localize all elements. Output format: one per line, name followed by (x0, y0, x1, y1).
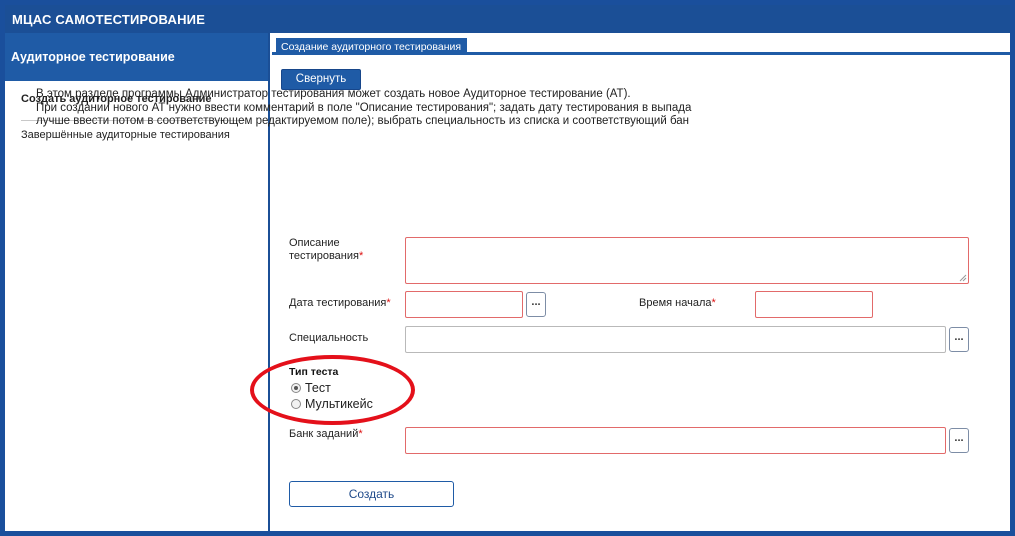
description-textarea[interactable] (405, 237, 969, 284)
collapse-button[interactable]: Свернуть (281, 69, 361, 90)
date-label-text: Дата тестирования (289, 297, 387, 309)
required-mark: * (358, 250, 364, 262)
required-mark: * (711, 297, 716, 309)
task-bank-input[interactable] (405, 427, 946, 454)
date-label: Дата тестирования* (289, 297, 391, 310)
tab-strip: Создание аудиторного тестирования (272, 33, 1010, 55)
app-title-bar: МЦАС САМОТЕСТИРОВАНИЕ (5, 5, 1010, 33)
specialty-input[interactable] (405, 326, 946, 353)
bank-label: Банк заданий* (289, 428, 363, 441)
description-label-line2: тестирования (289, 250, 359, 262)
intro-line-2: При создании нового АТ нужно ввести комм… (36, 101, 692, 114)
annotation-ellipse (250, 355, 415, 425)
create-button[interactable]: Создать (289, 481, 454, 507)
intro-line-3: лучше ввести потом в соответствующем ред… (36, 115, 690, 127)
sidebar-item-completed-tests[interactable]: Завершённые аудиторные тестирования (21, 129, 230, 141)
specialty-picker-button[interactable]: ... (949, 327, 969, 352)
description-label: Описание тестирования* (289, 237, 363, 263)
tab-create-test[interactable]: Создание аудиторного тестирования (276, 38, 468, 55)
bank-label-text: Банк заданий (289, 428, 359, 440)
sidebar-header[interactable]: Аудиторное тестирование (5, 33, 268, 81)
start-time-label-text: Время начала (639, 297, 712, 309)
app-title: МЦАС САМОТЕСТИРОВАНИЕ (12, 12, 206, 27)
description-label-line1: Описание (289, 237, 340, 249)
specialty-label-text: Специальность (289, 332, 369, 344)
start-time-label: Время начала* (639, 297, 716, 310)
required-mark: * (386, 297, 391, 309)
task-bank-picker-button[interactable]: ... (949, 428, 969, 453)
date-picker-button[interactable]: ... (526, 292, 546, 317)
intro-line-1: В этом разделе программы Администратор т… (36, 88, 631, 100)
date-input[interactable] (405, 291, 523, 318)
specialty-label: Специальность (289, 332, 368, 345)
start-time-input[interactable] (755, 291, 873, 318)
intro-text: В этом разделе программы Администратор т… (36, 88, 756, 129)
resize-handle-icon[interactable] (959, 274, 967, 282)
required-mark: * (358, 428, 363, 440)
